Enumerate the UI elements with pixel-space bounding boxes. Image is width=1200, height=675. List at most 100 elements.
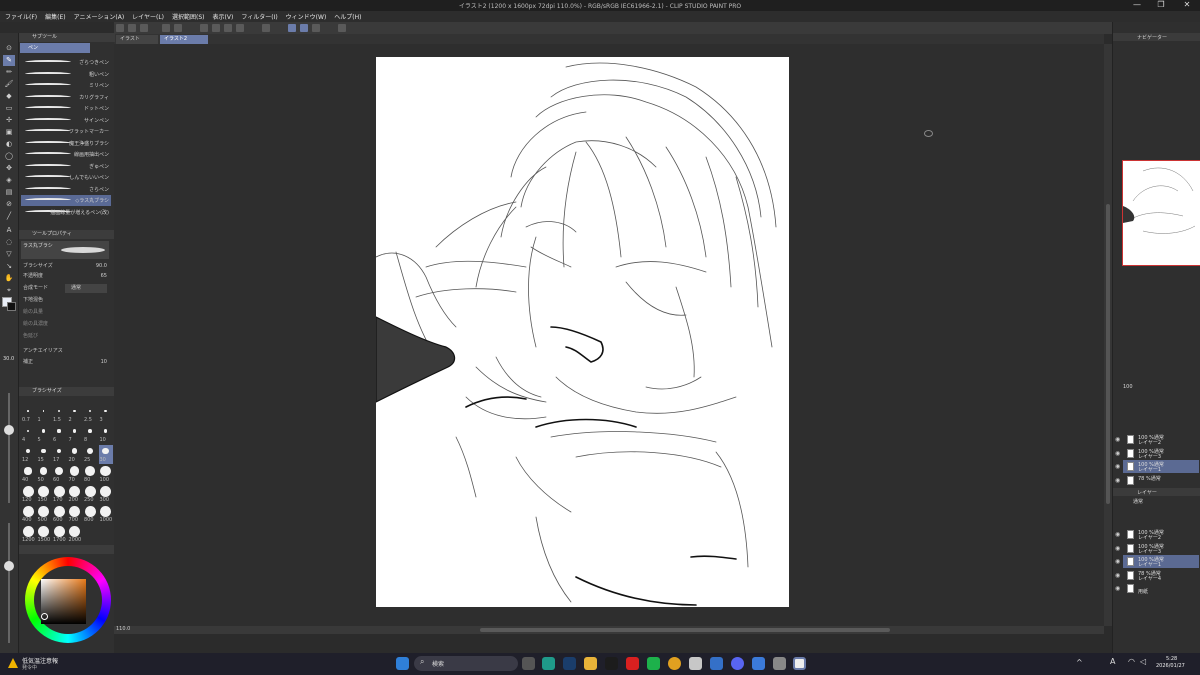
opacity-slider-handle[interactable] bbox=[4, 561, 14, 571]
menu-window[interactable]: ウィンドウ(W) bbox=[286, 12, 327, 21]
snap-grid-icon[interactable] bbox=[312, 24, 320, 32]
redo-icon[interactable] bbox=[174, 24, 182, 32]
brush-size-cell[interactable]: 300 bbox=[99, 485, 113, 504]
menu-animation[interactable]: アニメーション(A) bbox=[74, 12, 125, 21]
brush-size-slider-handle[interactable] bbox=[4, 425, 14, 435]
brush-size-slider-track[interactable] bbox=[8, 393, 10, 503]
layer-row[interactable]: ◉ 100 %通常 レイヤー1 bbox=[1115, 460, 1199, 473]
tray-chevron-icon[interactable]: ^ bbox=[1076, 658, 1083, 667]
brush-size-cell[interactable]: 120 bbox=[21, 485, 35, 504]
brush-size-cell[interactable]: 150 bbox=[37, 485, 51, 504]
brush-item[interactable]: ミリペン bbox=[21, 80, 111, 91]
dropper-tool-icon[interactable]: ⌖ bbox=[3, 285, 15, 296]
chrome-icon[interactable] bbox=[668, 657, 681, 670]
menu-view[interactable]: 表示(V) bbox=[213, 12, 234, 21]
eraser-tool-icon[interactable]: ▭ bbox=[3, 103, 15, 114]
layer-row[interactable]: ◉ 100 %通常 レイヤー2 bbox=[1115, 528, 1199, 541]
prop-brush-size-value[interactable]: 90.0 bbox=[96, 262, 107, 271]
menu-layer[interactable]: レイヤー(L) bbox=[132, 12, 164, 21]
prop-antialias[interactable]: アンチエイリアス bbox=[23, 347, 111, 356]
lasso-tool-icon[interactable]: ◯ bbox=[3, 151, 15, 162]
menu-filter[interactable]: フィルター(I) bbox=[241, 12, 277, 21]
menu-selection[interactable]: 選択範囲(S) bbox=[172, 12, 205, 21]
layer-row[interactable]: ◉ 100 %通常 レイヤー2 bbox=[1115, 433, 1199, 446]
steam-icon[interactable] bbox=[563, 657, 576, 670]
prop-opacity-value[interactable]: 65 bbox=[101, 272, 107, 281]
brush-item[interactable]: さらペン bbox=[21, 184, 111, 195]
prop-blend-select[interactable]: 通常 bbox=[65, 284, 107, 293]
brush-item[interactable]: ドットペン bbox=[21, 103, 111, 114]
subtool-group-pen[interactable]: ペン bbox=[20, 43, 90, 53]
text-tool-icon[interactable]: A bbox=[3, 225, 15, 236]
layer-row[interactable]: ◉ 100 %通常 レイヤー3 bbox=[1115, 447, 1199, 460]
youtube-icon[interactable] bbox=[626, 657, 639, 670]
opacity-slider-track[interactable] bbox=[8, 523, 10, 643]
blend-tool-icon[interactable]: ✢ bbox=[3, 115, 15, 126]
brush-size-cell[interactable]: 4 bbox=[21, 425, 35, 444]
menu-edit[interactable]: 編集(E) bbox=[45, 12, 65, 21]
eye-icon[interactable]: ◉ bbox=[1115, 463, 1120, 470]
layer-opacity-readout[interactable]: 100 bbox=[1123, 384, 1133, 390]
brush-size-cell[interactable]: 3 bbox=[99, 405, 113, 424]
brush-size-cell[interactable]: 6 bbox=[52, 425, 66, 444]
maps-icon[interactable] bbox=[689, 657, 702, 670]
zoom-tool-icon[interactable]: ⊙ bbox=[3, 43, 15, 54]
undo-icon[interactable] bbox=[162, 24, 170, 32]
eye-icon[interactable]: ◉ bbox=[1115, 545, 1120, 552]
brush-item[interactable]: カリグラフィ bbox=[21, 92, 111, 103]
prop-underlay[interactable]: 下地混色 bbox=[23, 296, 111, 305]
layer-blend-mode[interactable]: 通常 bbox=[1133, 498, 1143, 505]
airbrush-tool-icon[interactable]: ◆ bbox=[3, 91, 15, 102]
clear-icon[interactable] bbox=[212, 24, 220, 32]
edge-icon[interactable] bbox=[542, 657, 555, 670]
move-tool-icon[interactable]: ✥ bbox=[3, 163, 15, 174]
maximize-button[interactable]: ❐ bbox=[1150, 0, 1172, 11]
brush-size-cell[interactable]: 50 bbox=[37, 465, 51, 484]
brush-size-cell[interactable]: 1200 bbox=[21, 525, 35, 544]
eye-icon[interactable]: ◉ bbox=[1115, 572, 1120, 579]
prop-paint-density[interactable]: 絵の具濃度 bbox=[23, 320, 111, 329]
layer-tool-icon[interactable]: ▤ bbox=[3, 187, 15, 198]
brush-size-cell[interactable]: 2000 bbox=[68, 525, 82, 544]
brush-size-cell[interactable]: 1.5 bbox=[52, 405, 66, 424]
brush-size-cell[interactable]: 10 bbox=[99, 425, 113, 444]
prop-paint-amount[interactable]: 絵の具量 bbox=[23, 308, 111, 317]
eye-icon[interactable]: ◉ bbox=[1115, 477, 1120, 484]
eyedropper-tool-icon[interactable]: ⊘ bbox=[3, 199, 15, 210]
pencil-tool-icon[interactable]: ✏ bbox=[3, 67, 15, 78]
brush-item[interactable]: 線画用抽出ペン bbox=[21, 149, 111, 160]
fill-tool-icon[interactable]: ▣ bbox=[3, 127, 15, 138]
layer-row[interactable]: ◉ 100 %通常 レイヤー1 bbox=[1115, 555, 1199, 568]
brush-size-cell[interactable]: 1700 bbox=[52, 525, 66, 544]
eye-icon[interactable]: ◉ bbox=[1115, 450, 1120, 457]
frame-tool-icon[interactable]: ▽ bbox=[3, 249, 15, 260]
balloon-tool-icon[interactable]: ◌ bbox=[3, 237, 15, 248]
brush-item[interactable]: サインペン bbox=[21, 115, 111, 126]
brush-size-cell[interactable]: 15 bbox=[37, 445, 51, 464]
brush-item[interactable]: ◇ラス丸ブラシ bbox=[21, 195, 111, 206]
pen-tool-icon[interactable]: ✎ bbox=[3, 55, 15, 66]
brush-size-cell[interactable]: 30 bbox=[98, 445, 113, 464]
prop-brush-size[interactable]: ブラシサイズ 90.0 bbox=[23, 262, 111, 271]
speaker-icon[interactable]: ◁ bbox=[1140, 657, 1146, 666]
fill-icon[interactable] bbox=[224, 24, 232, 32]
brush-size-cell[interactable]: 2.5 bbox=[83, 405, 97, 424]
brush-item[interactable]: フラットマーカー bbox=[21, 126, 111, 137]
show-selection-icon[interactable] bbox=[262, 24, 270, 32]
brush-size-cell[interactable]: 25 bbox=[83, 445, 97, 464]
brush-size-cell[interactable]: 0.7 bbox=[21, 405, 35, 424]
horizontal-scroll-thumb[interactable] bbox=[480, 628, 890, 632]
hand-tool-icon[interactable]: ✋ bbox=[3, 273, 15, 284]
brush-size-cell[interactable]: 700 bbox=[68, 505, 82, 524]
layer-row[interactable]: ◉ 78 %通常 bbox=[1115, 474, 1199, 487]
task-view-icon[interactable] bbox=[522, 657, 535, 670]
layer-tab-label[interactable]: レイヤー bbox=[1137, 489, 1157, 496]
brush-size-cell[interactable]: 12 bbox=[21, 445, 35, 464]
snap-special-ruler-icon[interactable] bbox=[300, 24, 308, 32]
start-menu-icon[interactable] bbox=[396, 657, 409, 670]
brush-size-cell[interactable]: 100 bbox=[99, 465, 113, 484]
brush-size-cell[interactable]: 17 bbox=[52, 445, 66, 464]
line-icon[interactable] bbox=[647, 657, 660, 670]
deselect-icon[interactable] bbox=[200, 24, 208, 32]
save-icon[interactable] bbox=[140, 24, 148, 32]
